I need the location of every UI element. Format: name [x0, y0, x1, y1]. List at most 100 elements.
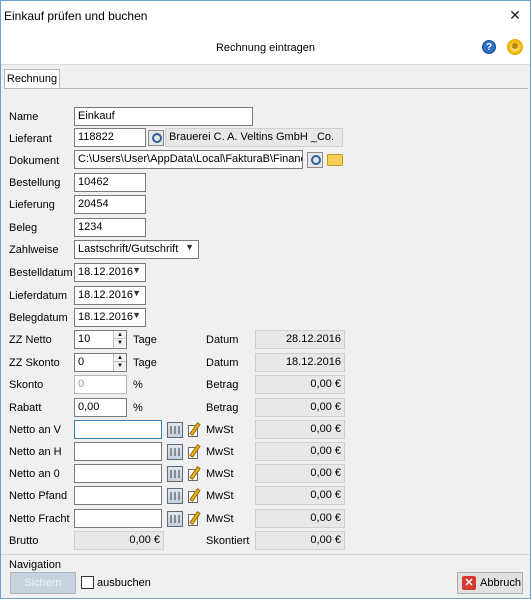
bestellung-field[interactable]: 10462 [74, 173, 146, 192]
beleg-label: Beleg [9, 222, 38, 234]
belegdatum-value: 18.12.2016 [78, 311, 134, 323]
netto-label: Netto an V [9, 424, 61, 436]
cancel-icon: ✕ [462, 576, 476, 591]
zahlweise-label: Zahlweise [9, 244, 59, 256]
lieferant-label: Lieferant [9, 133, 52, 145]
zz-netto-unit: Tage [133, 334, 157, 346]
stepper-down-icon[interactable]: ▼ [114, 339, 126, 347]
brutto-label: Brutto [9, 535, 39, 547]
mwst-value: 0,00 € [255, 420, 345, 439]
edit-icon[interactable] [188, 511, 204, 527]
zz-netto-label: ZZ Netto [9, 334, 52, 346]
skonto-betrag-label: Betrag [206, 379, 239, 391]
dialog-window: Einkauf prüfen und buchen ✕ Rechnung ein… [0, 0, 531, 599]
mwst-label: MwSt [206, 513, 234, 525]
zz-skonto-label: ZZ Skonto [9, 357, 60, 369]
cancel-label: Abbruch [480, 577, 521, 590]
cancel-button[interactable]: ✕ Abbruch [457, 572, 523, 594]
zz-netto-datum-label: Datum [206, 334, 239, 346]
ausbuchen-label[interactable]: ausbuchen [97, 577, 151, 589]
dialog-caption: Rechnung eintragen [215, 42, 316, 54]
chevron-down-icon: ▼ [132, 265, 141, 275]
name-label: Name [9, 111, 39, 123]
calculator-icon[interactable] [167, 488, 183, 504]
dokument-view-icon[interactable] [307, 152, 323, 168]
lieferdatum-picker[interactable]: 18.12.2016 ▼ [74, 286, 146, 305]
mwst-value: 0,00 € [255, 464, 345, 483]
netto-field[interactable] [74, 509, 162, 528]
bestelldatum-picker[interactable]: 18.12.2016 ▼ [74, 263, 146, 282]
calculator-icon[interactable] [167, 511, 183, 527]
netto-label: Netto Fracht [9, 513, 70, 525]
edit-icon[interactable] [188, 488, 204, 504]
zz-skonto-unit: Tage [133, 357, 157, 369]
mwst-label: MwSt [206, 468, 234, 480]
chevron-down-icon: ▼ [132, 288, 141, 298]
edit-icon[interactable] [188, 466, 204, 482]
zz-skonto-datum-label: Datum [206, 357, 239, 369]
close-icon[interactable]: ✕ [506, 6, 524, 24]
rabatt-betrag-label: Betrag [206, 402, 239, 414]
window-title: Einkauf prüfen und buchen [4, 9, 148, 23]
rabatt-field[interactable]: 0,00 [74, 398, 127, 417]
netto-label: Netto Pfand [9, 490, 68, 502]
skonto-field[interactable]: 0 [74, 375, 127, 394]
netto-field[interactable] [74, 420, 162, 439]
lieferung-label: Lieferung [9, 199, 55, 211]
navigation-label: Navigation [9, 559, 61, 571]
bestelldatum-value: 18.12.2016 [78, 266, 134, 278]
chevron-down-icon: ▼ [132, 310, 141, 320]
stepper-buttons[interactable]: ▲ ▼ [113, 354, 126, 371]
zz-netto-datum-value: 28.12.2016 [255, 330, 345, 349]
edit-icon[interactable] [188, 422, 204, 438]
stepper-up-icon[interactable]: ▲ [114, 354, 126, 362]
calculator-icon[interactable] [167, 444, 183, 460]
dokument-label: Dokument [9, 155, 60, 167]
chevron-down-icon: ▼ [185, 242, 194, 252]
netto-label: Netto an H [9, 446, 62, 458]
zz-netto-stepper[interactable]: 10 ▲ ▼ [74, 330, 127, 349]
netto-field[interactable] [74, 442, 162, 461]
skontiert-value: 0,00 € [255, 531, 345, 550]
netto-field[interactable] [74, 464, 162, 483]
zahlweise-select[interactable]: Lastschrift/Gutschrift ▼ [74, 240, 199, 259]
calculator-icon[interactable] [167, 466, 183, 482]
help-icon[interactable]: ? [482, 40, 496, 54]
netto-field[interactable] [74, 486, 162, 505]
beleg-field[interactable]: 1234 [74, 218, 146, 237]
settings-icon[interactable]: ✹ [507, 39, 523, 55]
name-field[interactable]: Einkauf [74, 107, 253, 126]
rabatt-betrag-value: 0,00 € [255, 398, 345, 417]
mwst-value: 0,00 € [255, 442, 345, 461]
lieferdatum-value: 18.12.2016 [78, 289, 134, 301]
stepper-up-icon[interactable]: ▲ [114, 331, 126, 339]
lieferdatum-label: Lieferdatum [9, 290, 68, 302]
dialog-header: Rechnung eintragen ? ✹ [1, 31, 530, 65]
mwst-value: 0,00 € [255, 486, 345, 505]
lieferant-name-display: Brauerei C. A. Veltins GmbH _Co. [165, 128, 343, 147]
lieferant-field[interactable]: 118822 [74, 128, 146, 147]
dokument-field[interactable]: C:\Users\User\AppData\Local\FakturaB\Fin… [74, 150, 303, 169]
title-bar: Einkauf prüfen und buchen ✕ [1, 1, 530, 31]
zz-netto-value: 10 [78, 333, 91, 345]
ausbuchen-checkbox[interactable] [81, 576, 94, 589]
zz-skonto-value: 0 [78, 356, 85, 368]
edit-icon[interactable] [188, 444, 204, 460]
rabatt-label: Rabatt [9, 402, 42, 414]
belegdatum-label: Belegdatum [9, 312, 68, 324]
tab-rechnung[interactable]: Rechnung [4, 69, 60, 89]
footer-divider [1, 554, 530, 555]
folder-icon[interactable] [327, 154, 343, 166]
stepper-buttons[interactable]: ▲ ▼ [113, 331, 126, 348]
calculator-icon[interactable] [167, 422, 183, 438]
belegdatum-picker[interactable]: 18.12.2016 ▼ [74, 308, 146, 327]
zz-skonto-stepper[interactable]: 0 ▲ ▼ [74, 353, 127, 372]
skontiert-label: Skontiert [206, 535, 250, 547]
stepper-down-icon[interactable]: ▼ [114, 362, 126, 370]
lieferung-field[interactable]: 20454 [74, 195, 146, 214]
brutto-value: 0,00 € [74, 531, 164, 550]
save-button[interactable]: Sichern [10, 572, 76, 594]
zz-skonto-datum-value: 18.12.2016 [255, 353, 345, 372]
lieferant-search-icon[interactable] [148, 130, 164, 146]
netto-label: Netto an 0 [9, 468, 60, 480]
